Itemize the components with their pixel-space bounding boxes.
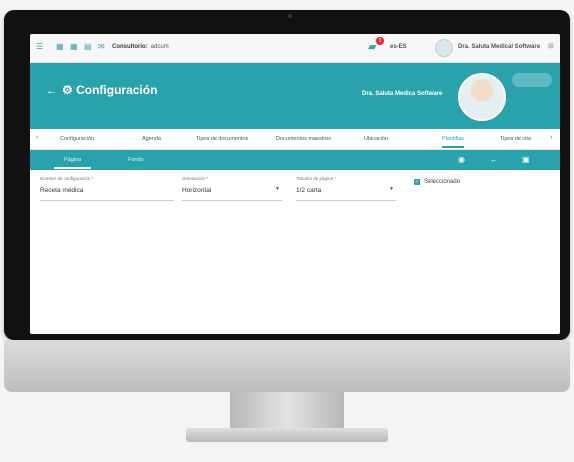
monitor-chin xyxy=(4,340,570,392)
monitor-base xyxy=(186,428,388,442)
config-name-label: Nombre de configuración * xyxy=(40,176,94,181)
page-size-label: Tamaño de página * xyxy=(296,176,337,181)
top-bar: ☰ ▦ ▦ ▤ ✉ Consultorio: adcum ▰ 3 es-ES Dr… xyxy=(30,34,560,63)
consultorio-label: Consultorio: xyxy=(112,44,148,50)
config-name-value: Receta médica xyxy=(40,187,84,194)
selected-checkbox[interactable]: ✓ xyxy=(414,179,420,185)
back-icon[interactable]: ← xyxy=(490,155,498,164)
tab-ubicacion[interactable]: Ubicación xyxy=(364,136,388,142)
consultorio-value: adcum xyxy=(150,44,169,50)
grid-icon[interactable]: ▦ xyxy=(70,43,78,51)
template-canvas xyxy=(30,208,560,334)
calendar-icon[interactable]: ▦ xyxy=(56,43,64,51)
sub-tabs: Página Fondo ◉ ← ▣ xyxy=(30,150,560,170)
header-pill-button[interactable] xyxy=(512,73,552,87)
tab-agenda[interactable]: Agenda xyxy=(142,136,161,142)
tabs-left-chevron-icon[interactable]: ‹ xyxy=(36,134,38,141)
page-title-text: Configuración xyxy=(76,83,158,97)
page-size-select[interactable]: Tamaño de página * 1/2 carta ▼ xyxy=(296,176,396,201)
tab-plantillas[interactable]: Plantillas xyxy=(442,136,465,148)
consultorio-selector[interactable]: Consultorio: adcum xyxy=(112,44,169,50)
user-menu[interactable]: Dra. Saluta Medical Software xyxy=(458,44,540,50)
subtab-fondo[interactable]: Fondo xyxy=(128,157,144,163)
app-screen: ☰ ▦ ▦ ▤ ✉ Consultorio: adcum ▰ 3 es-ES Dr… xyxy=(30,34,560,334)
page-title: ⚙ Configuración xyxy=(62,83,158,97)
mail-icon[interactable]: ✉ xyxy=(98,43,106,51)
tabs-right-chevron-icon[interactable]: › xyxy=(550,134,553,141)
header-user-name: Dra. Saluta Medica Software xyxy=(362,91,443,97)
page-settings-form: Nombre de configuración * Receta médica … xyxy=(30,170,560,210)
orientation-select[interactable]: Orientación * Horizontal ▼ xyxy=(182,176,282,201)
monitor-stand xyxy=(230,392,344,430)
camera xyxy=(288,14,292,18)
orientation-label: Orientación * xyxy=(182,176,209,181)
preview-eye-icon[interactable]: ◉ xyxy=(458,155,465,164)
settings-tabs: ‹ Configuración Agenda Tipos de document… xyxy=(30,129,560,150)
tab-documentos-maestros[interactable]: Documentos maestros xyxy=(276,136,331,142)
config-name-field[interactable]: Nombre de configuración * Receta médica xyxy=(40,176,174,201)
language-selector[interactable]: es-ES xyxy=(390,44,407,50)
orientation-value: Horizontal xyxy=(182,187,212,194)
menu-icon[interactable]: ☰ xyxy=(36,43,44,51)
tab-configuracion[interactable]: Configuración xyxy=(60,136,94,142)
subtab-pagina[interactable]: Página xyxy=(53,157,92,169)
chevron-down-icon: ▼ xyxy=(389,186,394,192)
chevron-down-icon: ▼ xyxy=(275,186,280,192)
notification-badge: 3 xyxy=(376,37,384,45)
user-avatar-small[interactable] xyxy=(435,39,453,57)
monitor-frame: ☰ ▦ ▦ ▤ ✉ Consultorio: adcum ▰ 3 es-ES Dr… xyxy=(4,10,570,340)
back-arrow-icon[interactable]: ← xyxy=(46,85,57,97)
page-header: ← ⚙ Configuración Dra. Saluta Medica Sof… xyxy=(30,63,560,129)
save-icon[interactable]: ▣ xyxy=(522,155,530,164)
selected-label: Seleccionado xyxy=(424,179,461,185)
tab-tipos-documentos[interactable]: Tipos de documentos xyxy=(196,136,248,142)
tab-tipos-cita[interactable]: Tipos de cita xyxy=(500,136,531,142)
page-size-value: 1/2 carta xyxy=(296,187,322,194)
doctor-avatar xyxy=(458,73,506,121)
list-icon[interactable]: ▤ xyxy=(84,43,92,51)
expand-icon[interactable]: ⊞ xyxy=(548,42,554,50)
